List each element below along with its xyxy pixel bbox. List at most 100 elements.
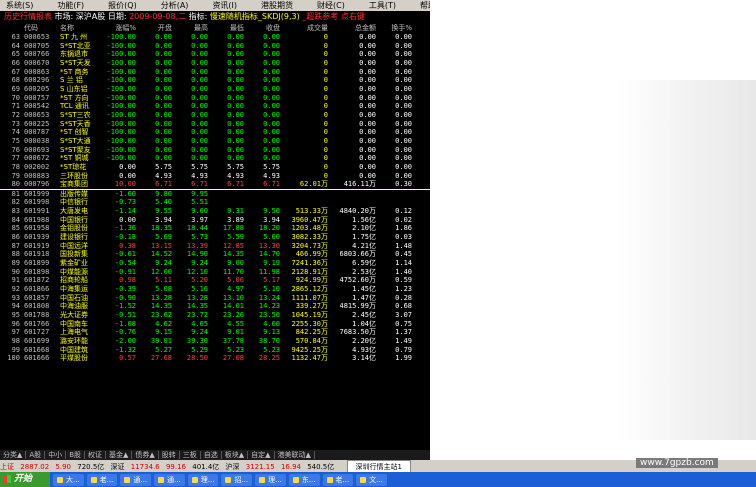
table-row[interactable]: 93 601857 中国石油 -0.90 13.28 13.28 13.10 13.24 111…: [0, 294, 430, 303]
date-value[interactable]: 2009-09-08,二: [129, 12, 186, 21]
table-row[interactable]: 99 601668 中国建筑 -1.32 5.27 5.29 5.23 5.23 9425.25…: [0, 346, 430, 355]
menu-item[interactable]: 港股期货: [255, 0, 293, 11]
column-header[interactable]: 最高: [174, 22, 210, 33]
table-row[interactable]: 98 601699 潞安环能 -2.00 39.01 39.30 37.78 38.70 570…: [0, 337, 430, 346]
column-header[interactable]: 总金额: [330, 22, 378, 33]
table-row[interactable]: 81601999出版传媒-1.609.809.9533.740.00: [0, 189, 430, 198]
table-row[interactable]: 70 000757 *ST 方向 -100.00 0.00 0.00 0.00 0.00 0 0.…: [0, 94, 430, 103]
category-tab[interactable]: B股: [66, 451, 85, 459]
menu-item[interactable]: 工具(T): [363, 0, 396, 11]
table-cell: 000672: [24, 154, 50, 163]
taskbar-button[interactable]: 理...: [255, 473, 286, 486]
table-cell: 0.00: [227, 128, 244, 137]
table-cell: 4.60: [263, 319, 280, 328]
column-header[interactable]: 换手%: [378, 22, 414, 33]
table-row[interactable]: 100 601666 平煤股份 0.57 27.68 28.50 27.08 28.25 113…: [0, 354, 430, 363]
indicator-value[interactable]: 慢速随机指标_SKDJ(9,3): [210, 12, 300, 21]
column-header[interactable]: 最低: [210, 22, 246, 33]
table-cell: S 山东铝: [60, 84, 88, 93]
column-header[interactable]: [0, 22, 22, 33]
menu-item[interactable]: 分析(A): [155, 0, 189, 11]
taskbar-button[interactable]: 通...: [120, 473, 152, 486]
table-cell: S*ST天香: [60, 119, 91, 128]
category-tab[interactable]: 权证: [85, 451, 106, 459]
menu-item[interactable]: 资讯(I): [206, 0, 237, 11]
table-row[interactable]: 85 601958 金钼股份 -1.36 18.35 18.44 17.88 18.20 120…: [0, 224, 430, 233]
table-row[interactable]: 74 000787 *ST 创智 -100.00 0.00 0.00 0.00 0.00 0 0.…: [0, 128, 430, 137]
start-button[interactable]: 开始: [0, 472, 50, 487]
column-header[interactable]: 涨幅%: [98, 22, 138, 33]
table-row[interactable]: 83 601991 大唐发电 -1.14 9.55 9.60 9.31 9.50 513.33万…: [0, 207, 430, 216]
table-row[interactable]: 65 000766 东锅退市 -100.00 0.00 0.00 0.00 0.00 0 0.00…: [0, 50, 430, 59]
taskbar-button[interactable]: 老...: [86, 473, 118, 486]
taskbar-button[interactable]: 理...: [187, 473, 219, 486]
column-header[interactable]: 开盘: [138, 22, 174, 33]
column-header[interactable]: 收盘: [246, 22, 282, 33]
menu-item[interactable]: 功能(F): [51, 0, 84, 11]
category-tab[interactable]: 股转: [158, 451, 180, 459]
table-row[interactable]: 92 601866 中海集运 -0.39 5.08 5.16 4.97 5.10 2865.12…: [0, 285, 430, 294]
server-status[interactable]: 深圳行情主站1: [346, 460, 411, 472]
table-row[interactable]: 84 601988 中国银行 0.00 3.94 3.97 3.89 3.94 3960.47万…: [0, 216, 430, 225]
table-row[interactable]: 66 000670 S*ST天发 -100.00 0.00 0.00 0.00 0.00 0 0.…: [0, 59, 430, 68]
table-row[interactable]: 75 000038 S*ST大通 -100.00 0.00 0.00 0.00 0.00 0 0.…: [0, 137, 430, 146]
table-row[interactable]: 69 600205 S 山东铝 -100.00 0.00 0.00 0.00 0.00 0 0.0…: [0, 85, 430, 94]
table-row[interactable]: 72 000653 S*ST三农 -100.00 0.00 0.00 0.00 0.00 0 0.…: [0, 111, 430, 120]
column-header[interactable]: 成交量: [282, 22, 330, 33]
table-row[interactable]: 86 601939 建设银行 -0.18 5.69 5.73 5.59 5.60 3082.33…: [0, 233, 430, 242]
table-row[interactable]: 88 601918 国投新集 -0.61 14.52 14.90 14.35 14.70 466…: [0, 250, 430, 259]
table-row[interactable]: 78 002002 *ST琼花 0.00 5.75 5.75 5.75 5.75 0 0.00 0.…: [0, 163, 430, 172]
table-row[interactable]: 63 000653 ST 九 州 -100.00 0.00 0.00 0.00 0.00 0 0.…: [0, 33, 430, 42]
table-row[interactable]: 77 000672 *ST 铜城 -100.00 0.00 0.00 0.00 0.00 0 0.…: [0, 154, 430, 163]
column-header[interactable]: [414, 22, 430, 33]
category-tab[interactable]: 港美联动▲: [274, 451, 315, 459]
table-row[interactable]: 96 601766 中国南车 -1.08 4.62 4.65 4.55 4.60 2255.30…: [0, 320, 430, 329]
category-tab[interactable]: A股: [26, 451, 46, 459]
table-cell: 6803.66万: [339, 250, 376, 259]
category-tab[interactable]: 分类▲: [0, 451, 27, 459]
table-cell: 0.00: [119, 171, 136, 180]
category-tab[interactable]: 中小: [45, 451, 67, 459]
category-tab[interactable]: 债券▲: [132, 451, 159, 459]
taskbar-button[interactable]: 东...: [288, 473, 320, 486]
table-row[interactable]: 73 600225 S*ST天香 -100.00 0.00 0.00 0.00 0.00 0 0.…: [0, 120, 430, 129]
category-tab[interactable]: 三板: [179, 451, 201, 459]
taskbar-button[interactable]: 老...: [322, 473, 354, 486]
table-row[interactable]: 67 000863 *ST 商务 -100.00 0.00 0.00 0.00 0.00 0 0.…: [0, 68, 430, 77]
category-tab[interactable]: 基金▲: [106, 451, 133, 459]
table-cell: 出版传媒: [60, 189, 88, 198]
table-row[interactable]: 64 000705 S*ST北亚 -100.00 0.00 0.00 0.00 0.00 0 0.…: [0, 42, 430, 51]
table-row[interactable]: 71 000542 TCL 通讯 -100.00 0.00 0.00 0.00 0.00 0 0.…: [0, 102, 430, 111]
category-tab[interactable]: 自定▲: [248, 451, 275, 459]
table-row[interactable]: 97 601727 上海电气 -0.76 9.15 9.24 9.01 9.13 842.25万…: [0, 328, 430, 337]
table-row[interactable]: 79 000883 三环股份 0.00 4.93 4.93 4.93 4.93 0 0.00 0.0…: [0, 172, 430, 181]
category-tab[interactable]: 板块▲: [221, 451, 249, 459]
category-tab[interactable]: 自选: [200, 451, 222, 459]
table-row[interactable]: 95 601788 光大证券 -0.51 23.62 23.72 23.26 23.50 104…: [0, 311, 430, 320]
table-row[interactable]: 82601998中信银行-0.735.405.5165.020.00: [0, 198, 430, 207]
taskbar-button[interactable]: 大...: [53, 473, 84, 486]
table-row[interactable]: 80 000796 宝商集团 10.00 6.71 6.71 6.71 6.71 62.01万 4…: [0, 180, 430, 190]
table-row[interactable]: 76 000693 S*ST聚友 -100.00 0.00 0.00 0.00 0.00 0 0.…: [0, 146, 430, 155]
table-row[interactable]: 87 601919 中国远洋 0.38 13.15 13.39 12.85 13.30 3204…: [0, 242, 430, 251]
table-row[interactable]: 68 600296 S 兰 铝 -100.00 0.00 0.00 0.00 0.00 0 0.0…: [0, 76, 430, 85]
table-row[interactable]: 90 601898 中煤能源 -0.91 12.00 12.10 11.70 11.98 212…: [0, 268, 430, 277]
table-cell: 601788: [24, 311, 50, 319]
table-row[interactable]: 91 601872 招商轮船 0.98 5.11 5.20 5.06 5.17 924.99万 4…: [0, 276, 430, 285]
table-row[interactable]: 89 601899 紫金矿业 -0.54 9.24 9.24 9.00 9.19 7241.36…: [0, 259, 430, 268]
menu-item[interactable]: 财经(C): [311, 0, 345, 11]
menu-item[interactable]: 系统(S): [0, 0, 33, 11]
taskbar-button[interactable]: 招...: [221, 473, 253, 486]
taskbar-button[interactable]: 文...: [356, 473, 387, 486]
taskbar-button[interactable]: 通...: [154, 473, 185, 486]
column-header[interactable]: 代码: [22, 22, 58, 33]
quote-table-container[interactable]: 代码 名称 涨幅% 开盘 最高 最低 收盘 成交量 总金额 换手% 63 000653 ST 九 州 -…: [0, 22, 430, 450]
market-value[interactable]: 深沪A股: [76, 12, 105, 21]
menu-item[interactable]: 报价(Q): [102, 0, 137, 11]
table-cell: [282, 198, 330, 207]
table-cell: 14.23: [258, 302, 280, 311]
column-header[interactable]: 名称: [58, 22, 98, 33]
table-cell: 0: [323, 84, 328, 93]
table-row[interactable]: 94 601808 中海油服 -1.52 14.35 14.35 14.01 14.23 339…: [0, 302, 430, 311]
table-cell: 12.85: [222, 241, 244, 250]
